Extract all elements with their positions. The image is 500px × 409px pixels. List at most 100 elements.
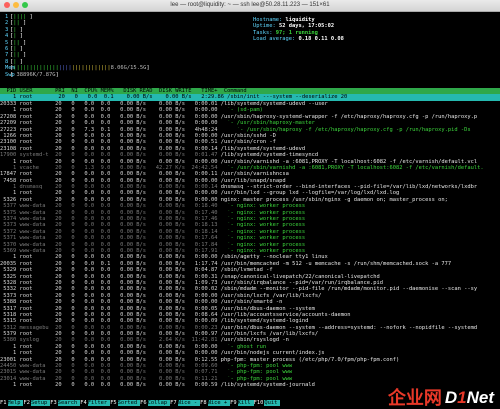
watermark-d1net: D1Net — [444, 387, 494, 407]
selected-process-row[interactable]: 1 root 20 0 0.0 0.1 0.00 B/s 0.00 B/s 2:… — [0, 94, 500, 101]
process-command: /usr/bin/lxd --group lxd --logfile=/var/… — [220, 190, 400, 197]
process-command: /usr/sbin/varnishd -a :6081,PROXY -T loc… — [220, 158, 478, 165]
fkey-label: Nice - — [177, 400, 201, 407]
process-fields: 20035 root 20 0 0.0 0.1 0.00 B/s 0.00 B/… — [0, 260, 221, 267]
process-fields: 5388 root 20 0 0.0 0.0 0.00 B/s 0.00 B/s… — [0, 299, 221, 306]
mem-bar-buffers: |||| — [58, 65, 72, 72]
process-command: /usr/sbin/sshd -D — [220, 132, 276, 139]
process-fields: 1 root 20 0 0.0 0.0 0.00 B/s 0.00 B/s 0:… — [0, 158, 221, 165]
process-command: `- ghost run — [220, 343, 267, 350]
fkey-number: F3 — [50, 400, 58, 407]
process-command: /usr/bin/memcached -m 512 -u memcache -s… — [220, 260, 452, 267]
process-fields: 27209 root 20 0 0.0 0.0 0.00 B/s 0.00 B/… — [0, 120, 221, 127]
fkey-label: Help — [7, 400, 24, 407]
fkey-f4[interactable]: F4Filter — [80, 400, 111, 407]
process-fields: 5326 root 20 0 0.0 0.0 0.00 B/s 0.00 B/s… — [0, 196, 221, 203]
fkey-number: F4 — [80, 400, 88, 407]
fkey-number: F1 — [0, 400, 8, 407]
process-command: /lib/systemd/systemd-udevd --user — [220, 101, 328, 107]
swap-meter: Swp[ 38896K/7.87G] — [5, 72, 235, 78]
process-fields: 5315 root 20 0 0.0 0.0 0.00 B/s 0.00 B/s… — [0, 318, 221, 325]
fkey-label: Quit — [264, 400, 281, 407]
meter-bracket-close: ] — [55, 71, 59, 78]
fkey-f3[interactable]: F3Search — [50, 400, 81, 407]
process-fields: 5317 root 20 0 0.0 0.0 0.00 B/s 0.00 B/s… — [0, 305, 221, 312]
zoom-button[interactable] — [22, 2, 28, 8]
process-command: /usr/lib/snapd/snapd — [220, 177, 286, 184]
process-command: /usr/bin/nodejs current/index.js — [220, 350, 325, 357]
process-fields: 1 vcache 20 0 1.3 9.0 0.00 B/s 42.27 K/s… — [0, 164, 221, 171]
process-fields: 17847 root 20 0 0.0 0.0 0.00 B/s 0.00 B/… — [0, 171, 221, 178]
mem-bar-cache: |||||||||||| — [71, 65, 111, 72]
process-command: /usr/bin/dbus-daemon --system — [220, 305, 315, 312]
load-line: Load average: 0.18 0.11 0.08 — [253, 36, 344, 43]
fkey-f1[interactable]: F1Help — [0, 400, 24, 407]
fkey-f9[interactable]: F9Kill — [230, 400, 254, 407]
process-command: `- nginx: worker process — [220, 228, 306, 235]
process-command: /usr/sbin/irqbalance --pid=/var/run/irqb… — [220, 279, 383, 286]
process-command: `- php-fpm: pool www — [220, 363, 293, 370]
fkey-number: F8 — [200, 400, 208, 407]
minimize-button[interactable] — [13, 2, 19, 8]
mem-bar-used: |||||||||||||| — [13, 65, 59, 72]
process-fields: 7458 root 20 0 0.0 0.0 0.00 B/s 0.00 B/s… — [0, 177, 221, 184]
process-fields: 5328 root 20 0 0.0 0.0 0.00 B/s 0.00 B/s… — [0, 279, 221, 286]
meter-bracket-close: ] — [19, 52, 27, 59]
cpu-meters: 1 [|||| ] 2 [|| ] 3 [| ] 4 [| ] 5 [||] … — [5, 14, 235, 78]
process-fields: 5373 root 20 0 0.0 0.0 0.00 B/s 0.00 B/s… — [0, 292, 221, 299]
swap-meter-value: 38896K/7.87G — [16, 71, 56, 78]
fkey-f2[interactable]: F2Setup — [23, 400, 51, 407]
process-fields: 5370 www-data 20 0 0.0 0.0 0.00 B/s 0.00… — [0, 241, 221, 248]
process-command: `- nginx: worker process — [220, 203, 306, 210]
close-button[interactable] — [4, 2, 10, 8]
watermark-logo: 企业网 D1Net — [388, 387, 494, 407]
fkey-f8[interactable]: F8Nice + — [200, 400, 231, 407]
process-fields: 5375 www-data 20 0 0.0 0.0 0.00 B/s 0.00… — [0, 209, 221, 216]
process-command: /usr/sbin/varnishncsa — [220, 171, 289, 178]
process-command: `- php-fpm: pool www — [220, 369, 293, 376]
process-command: /snap/canonical-livepatch/22/canonical-l… — [220, 273, 380, 280]
process-fields: 5372 www-data 20 0 0.0 0.0 0.00 B/s 0.00… — [0, 228, 221, 235]
window-title: lee — root@liquidity: ~ — ssh lee@50.28.… — [170, 2, 330, 8]
process-command: `- nginx: worker process — [220, 235, 306, 242]
process-command: nginx: master process /usr/sbin/nginx -g… — [220, 196, 448, 203]
process-command: `- /usr/sbin/haproxy-master — [220, 120, 315, 127]
process-fields: 17900 systemd-t 20 0 0.0 0.0 0.00 B/s 0.… — [0, 152, 221, 159]
process-command: `- nginx: worker process — [220, 241, 306, 248]
process-command: php-fpm: master process (/etc/php/7.0/fp… — [220, 356, 400, 363]
fkey-number: F7 — [170, 400, 178, 407]
process-fields: 5371 www-data 20 0 0.0 0.0 0.00 B/s 0.00… — [0, 235, 221, 242]
process-fields: 1 dnsmasq 20 0 0.0 0.0 0.00 B/s 0.00 B/s… — [0, 184, 221, 191]
meter-bracket-close: ] — [19, 39, 27, 46]
process-command: `- /usr/sbin/varnishd -a :6081,PROXY -T … — [220, 164, 484, 171]
process-fields: 27208 root 20 0 0.0 0.0 0.00 B/s 0.00 B/… — [0, 113, 221, 120]
fkey-f7[interactable]: F7Nice - — [170, 400, 201, 407]
process-fields: 5332 root 20 0 0.0 0.0 0.00 B/s 0.00 B/s… — [0, 286, 221, 293]
process-command: /usr/bin/lxcfs /var/lib/lxcfs/ — [220, 331, 319, 338]
cpu-meter-bar: |||| — [13, 14, 27, 20]
process-command: /usr/sbin/haproxy-systemd-wrapper -f /et… — [220, 113, 478, 120]
fkey-label: Filter — [87, 400, 111, 407]
process-command: /usr/sbin/smartd -n — [220, 299, 283, 306]
process-fields: 5369 www-data 20 0 0.0 0.0 0.00 B/s 0.00… — [0, 247, 221, 254]
process-command: /sbin/agetty --noclear tty1 linux — [220, 254, 328, 261]
process-command: /usr/sbin/rsyslogd -n — [220, 337, 289, 344]
mem-meter-value: 8.06G/15.5G — [110, 65, 147, 72]
fkey-f5[interactable]: F5Sorted — [110, 400, 141, 407]
meter-bracket-close: ] — [16, 33, 23, 40]
process-command: `- nginx: worker process — [220, 209, 306, 216]
process-command: /sbin/mdadm --monitor --pid-file /run/md… — [220, 286, 478, 293]
fkey-label: Setup — [30, 400, 51, 407]
process-command: /usr/sbin/cron -f — [220, 139, 276, 146]
fkey-label: Search — [57, 400, 81, 407]
window-titlebar: lee — root@liquidity: ~ — ssh lee@50.28.… — [0, 0, 500, 12]
fkey-f6[interactable]: F6Collap — [140, 400, 171, 407]
fkey-label: Kill — [237, 400, 254, 407]
fkey-number: F6 — [140, 400, 148, 407]
process-fields: 5374 www-data 20 0 0.0 0.0 0.00 B/s 0.00… — [0, 216, 221, 223]
process-fields: 23001 root 20 0 0.0 0.0 0.00 B/s 0.00 B/… — [0, 356, 221, 363]
process-command: /usr/bin/dbus-daemon --system --address=… — [220, 324, 478, 331]
process-command: `- nginx: worker process — [220, 216, 306, 223]
process-command: /lib/systemd/systemd-logind — [220, 318, 309, 325]
fkey-f10[interactable]: F10Quit — [253, 400, 281, 407]
